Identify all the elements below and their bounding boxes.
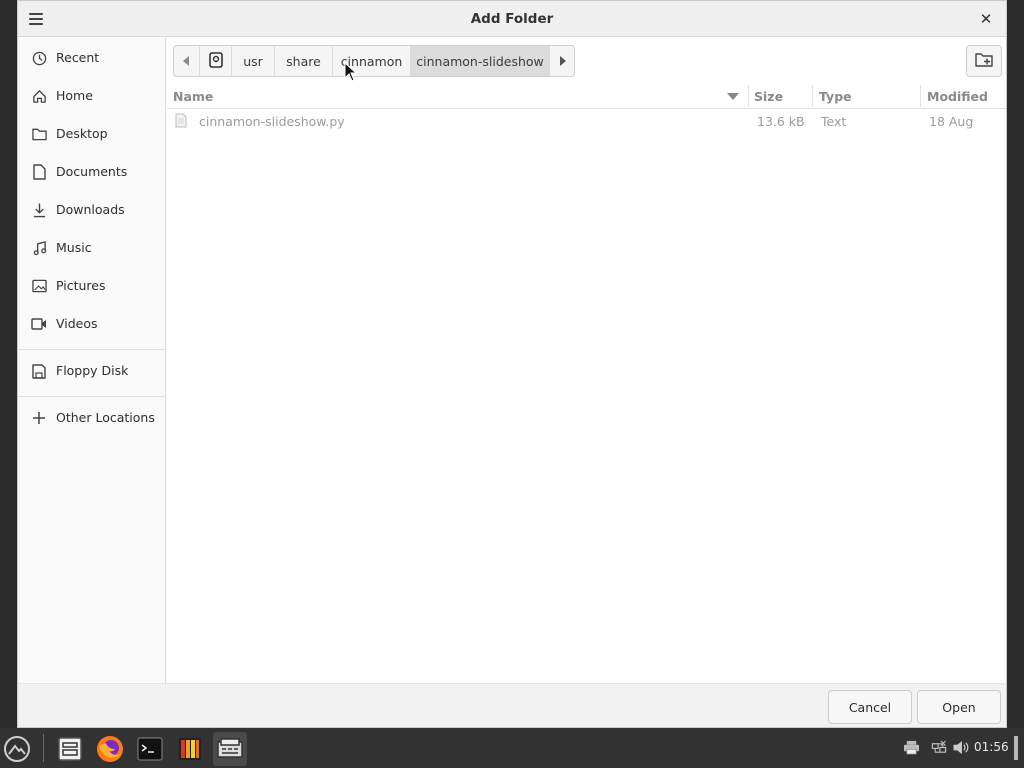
- clock-icon: [31, 50, 47, 66]
- sidebar-item-music[interactable]: Music: [18, 231, 165, 265]
- sidebar-item-label: Downloads: [56, 202, 125, 217]
- file-modified: 18 Aug: [929, 114, 974, 129]
- dialog-action-bar: Cancel Open: [18, 683, 1006, 727]
- sidebar-item-videos[interactable]: Videos: [18, 307, 165, 341]
- path-back-button[interactable]: [174, 46, 200, 76]
- download-icon: [31, 202, 47, 218]
- sidebar-item-label: Other Locations: [56, 410, 155, 425]
- color-app-icon[interactable]: [173, 732, 207, 766]
- path-segment-cinnamon-slideshow[interactable]: cinnamon-slideshow: [411, 46, 550, 76]
- path-segment-usr[interactable]: usr: [232, 46, 275, 76]
- column-divider: [748, 85, 749, 107]
- column-divider: [812, 85, 813, 107]
- sidebar-item-label: Home: [56, 88, 93, 103]
- sidebar-item-label: Floppy Disk: [56, 363, 129, 378]
- start-menu-icon[interactable]: [1, 732, 33, 766]
- sidebar-item-label: Pictures: [56, 278, 106, 293]
- chevron-left-icon: [183, 54, 190, 69]
- close-button[interactable]: ✕: [974, 7, 998, 31]
- sidebar-divider: [18, 349, 165, 350]
- file-type: Text: [821, 114, 847, 129]
- path-root-button[interactable]: [200, 46, 232, 76]
- file-name: cinnamon-slideshow.py: [199, 114, 345, 129]
- sidebar-item-other-locations[interactable]: Other Locations: [18, 401, 165, 435]
- column-header-modified[interactable]: Modified: [927, 89, 988, 104]
- sidebar-item-documents[interactable]: Documents: [18, 155, 165, 189]
- sidebar-item-downloads[interactable]: Downloads: [18, 193, 165, 227]
- table-row[interactable]: cinnamon-slideshow.py 13.6 kB Text 18 Au…: [167, 110, 1006, 134]
- cancel-button[interactable]: Cancel: [828, 690, 912, 724]
- sidebar-item-floppy-disk[interactable]: Floppy Disk: [18, 354, 165, 388]
- create-folder-button[interactable]: [966, 45, 1002, 77]
- sidebar-item-pictures[interactable]: Pictures: [18, 269, 165, 303]
- column-header-name[interactable]: Name: [173, 89, 213, 104]
- sidebar-item-label: Recent: [56, 50, 100, 65]
- path-forward-button[interactable]: [550, 46, 574, 76]
- folder-new-icon: [975, 52, 993, 71]
- volume-icon[interactable]: [952, 740, 970, 758]
- path-bar: usr share cinnamon cinnamon-slideshow: [173, 45, 575, 77]
- dialog-title: Add Folder: [470, 11, 554, 27]
- picture-icon: [31, 278, 47, 294]
- plus-icon: [31, 410, 47, 426]
- places-sidebar: Recent Home Desktop Documents Downloads: [18, 38, 166, 683]
- sort-descending-icon[interactable]: [727, 93, 739, 100]
- column-divider: [920, 85, 921, 107]
- clock[interactable]: 01:56: [974, 740, 1009, 754]
- floppy-icon: [31, 363, 47, 379]
- title-bar: Add Folder ✕: [18, 1, 1006, 37]
- sidebar-item-desktop[interactable]: Desktop: [18, 117, 165, 151]
- document-icon: [31, 164, 47, 180]
- sidebar-item-label: Documents: [56, 164, 128, 179]
- printer-icon[interactable]: [903, 740, 920, 758]
- path-segment-share[interactable]: share: [275, 46, 333, 76]
- home-icon: [31, 88, 47, 104]
- drive-icon: [208, 51, 223, 71]
- music-icon: [31, 240, 47, 256]
- file-list: Name Size Type Modified cinnamon-slidesh…: [167, 83, 1006, 683]
- column-header-size[interactable]: Size: [754, 89, 783, 104]
- add-folder-dialog: Add Folder ✕ Recent Home Desktop Documen…: [17, 0, 1007, 728]
- firefox-icon[interactable]: [93, 732, 127, 766]
- mouse-pointer-icon: [344, 61, 358, 85]
- text-file-icon: [175, 113, 188, 129]
- sidebar-item-label: Desktop: [56, 126, 108, 141]
- chevron-right-icon: [559, 54, 566, 69]
- sidebar-item-label: Music: [56, 240, 92, 255]
- sidebar-divider: [18, 396, 165, 397]
- file-size: 13.6 kB: [757, 114, 805, 129]
- taskbar: 01:56: [0, 728, 1024, 768]
- sidebar-item-recent[interactable]: Recent: [18, 41, 165, 75]
- video-icon: [31, 316, 47, 332]
- taskbar-separator: [43, 734, 44, 762]
- slideshow-app-icon[interactable]: [213, 732, 247, 766]
- file-manager-icon[interactable]: [53, 732, 87, 766]
- sidebar-item-home[interactable]: Home: [18, 79, 165, 113]
- network-disconnected-icon[interactable]: [930, 740, 948, 758]
- folder-icon: [31, 126, 47, 142]
- desktop-edge-handle[interactable]: [1013, 736, 1019, 763]
- column-header-type[interactable]: Type: [819, 89, 852, 104]
- file-list-header: Name Size Type Modified: [167, 83, 1006, 109]
- sidebar-item-label: Videos: [56, 316, 98, 331]
- terminal-icon[interactable]: [133, 732, 167, 766]
- open-button[interactable]: Open: [917, 690, 1001, 724]
